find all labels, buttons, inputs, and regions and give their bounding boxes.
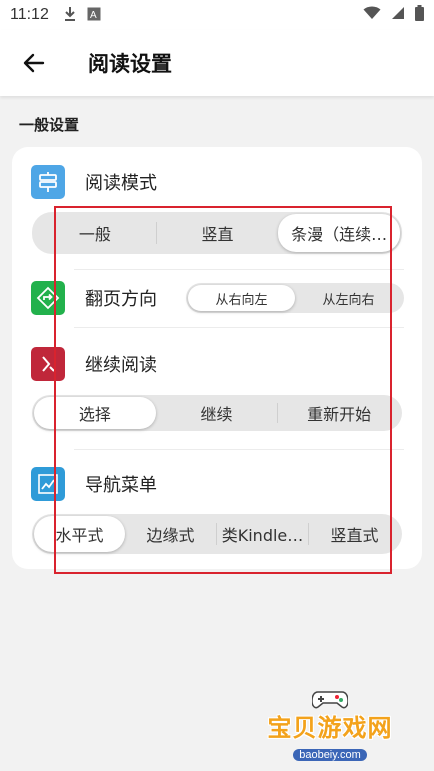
page-direction-label: 翻页方向: [85, 289, 157, 310]
continue-reading-option-continue[interactable]: 继续: [156, 397, 278, 429]
watermark-url: baobeiy.com: [293, 749, 367, 761]
page-direction-option-ltr[interactable]: 从左向右: [295, 285, 402, 311]
reading-mode-option-vertical[interactable]: 竖直: [157, 214, 279, 252]
page-title: 阅读设置: [88, 52, 172, 76]
divider: [74, 327, 404, 328]
continue-reading-row: 继续阅读: [12, 341, 422, 387]
reading-mode-label: 阅读模式: [85, 173, 157, 194]
page-direction-option-rtl[interactable]: 从右向左: [188, 285, 295, 311]
signpost-icon: [31, 165, 65, 199]
reading-mode-option-normal[interactable]: 一般: [34, 214, 156, 252]
section-title: 一般设置: [19, 116, 80, 134]
reading-mode-row: 阅读模式: [12, 159, 422, 205]
a-icon: A: [87, 7, 101, 24]
nav-menu-option-vertical[interactable]: 竖直式: [309, 516, 400, 552]
watermark-text: 宝贝游戏网: [267, 714, 393, 742]
app-bar: 阅读设置: [0, 30, 434, 96]
arrow-left-icon: [23, 53, 45, 73]
page-direction-segmented: 从右向左 从左向右: [186, 283, 404, 313]
divider: [74, 269, 404, 270]
direction-icon: [31, 281, 65, 315]
wifi-icon: [363, 6, 381, 25]
continue-reading-option-choose[interactable]: 选择: [34, 397, 156, 429]
divider: [74, 449, 404, 450]
nav-menu-segmented: 水平式 边缘式 类Kindle… 竖直式: [32, 514, 402, 554]
watermark: 宝贝游戏网 baobeiy.com: [255, 686, 405, 761]
reading-mode-segmented: 一般 竖直 条漫（连续…: [32, 212, 402, 254]
back-button[interactable]: [10, 39, 58, 87]
nav-menu-option-edge[interactable]: 边缘式: [125, 516, 216, 552]
reading-mode-option-webtoon[interactable]: 条漫（连续…: [278, 214, 401, 252]
signal-icon: [391, 6, 405, 25]
status-time: 11:12: [10, 6, 49, 23]
settings-card: 阅读模式 一般 竖直 条漫（连续… 翻页方向 从右向左 从左向右 继续阅读 选择…: [12, 147, 422, 569]
download-icon: [63, 6, 77, 25]
nav-menu-option-horizontal[interactable]: 水平式: [34, 516, 125, 552]
nav-menu-option-kindle[interactable]: 类Kindle…: [217, 516, 308, 552]
status-bar: 11:12 A: [0, 0, 434, 30]
continue-reading-segmented: 选择 继续 重新开始: [32, 395, 402, 431]
nav-menu-row: 导航菜单: [12, 461, 422, 507]
chart-icon: [31, 467, 65, 501]
nav-menu-label: 导航菜单: [85, 475, 157, 496]
battery-icon: [415, 4, 424, 26]
gamepad-icon: [312, 691, 348, 709]
continue-icon: [31, 347, 65, 381]
continue-reading-label: 继续阅读: [85, 355, 157, 376]
svg-text:A: A: [90, 10, 97, 21]
continue-reading-option-restart[interactable]: 重新开始: [278, 397, 400, 429]
